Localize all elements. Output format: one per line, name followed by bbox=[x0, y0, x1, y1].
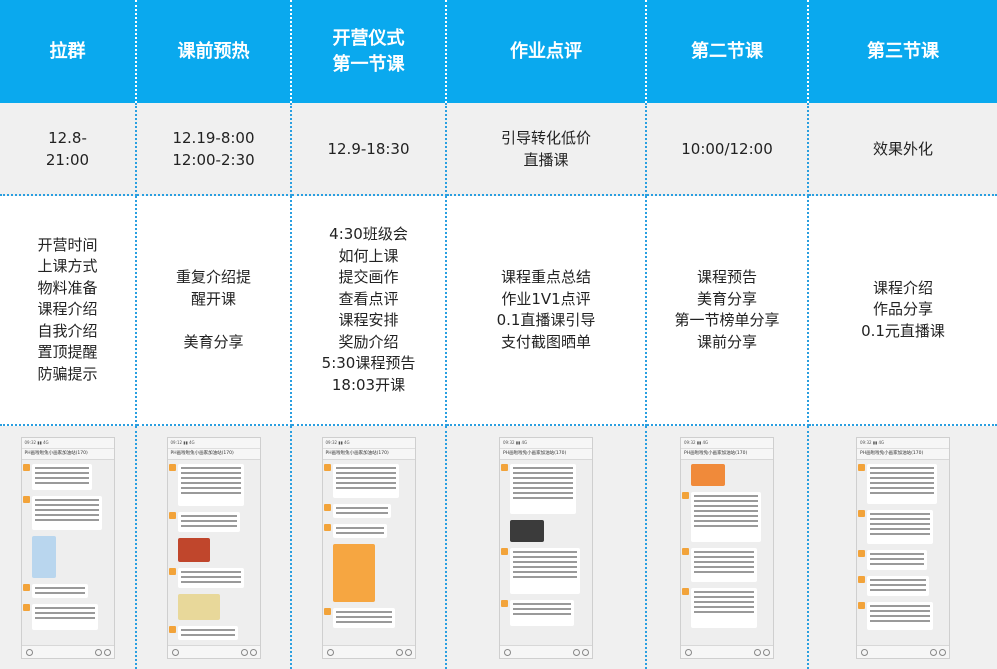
chat-group-title: PH画啦啦兔小画家加油站(170) bbox=[500, 448, 592, 460]
time-cell-4: 引导转化低价 直播课 bbox=[447, 103, 647, 196]
chat-group-title: PH画啦啦兔小画家加油站(170) bbox=[681, 448, 773, 460]
chat-image bbox=[510, 519, 544, 542]
chat-group-title: PH画啦啦兔小画家加油站(170) bbox=[167, 448, 260, 460]
chat-screenshot: 09:12 ▮▮ 4G PH画啦啦兔小画家加油站(170) bbox=[166, 436, 261, 659]
schedule-table: 拉群 课前预热 开营仪式 第一节课 作业点评 第二节课 第三节课 12.8- 2… bbox=[0, 0, 997, 669]
chat-group-title: PH画啦啦兔小画家加油站(170) bbox=[857, 448, 949, 460]
chat-group-title: PH画啦啦兔小画家加油站(170) bbox=[21, 448, 114, 460]
phone-status-bar: 09:32 ▮▮ 4G bbox=[857, 437, 949, 449]
chat-screenshot: 09:32 ▮▮ 4G PH画啦啦兔小画家加油站(170) bbox=[499, 436, 593, 659]
chat-screenshot: 09:32 ▮▮ 4G PH画啦啦兔小画家加油站(170) bbox=[856, 436, 950, 659]
chat-screenshot: 09:32 ▮▮ 4G PH画啦啦兔小画家加油站(170) bbox=[680, 436, 774, 659]
time-cell-5: 10:00/12:00 bbox=[647, 103, 809, 196]
screenshot-cell-2: 09:12 ▮▮ 4G PH画啦啦兔小画家加油站(170) bbox=[137, 426, 292, 669]
phone-status-bar: 09:12 ▮▮ 4G bbox=[167, 437, 260, 449]
content-cell-3: 4:30班级会 如何上课 提交画作 查看点评 课程安排 奖励介绍 5:30课程预… bbox=[292, 196, 447, 426]
chat-group-title: PH画啦啦兔小画家加油站(170) bbox=[322, 448, 415, 460]
content-cell-2: 重复介绍提 醒开课 美育分享 bbox=[137, 196, 292, 426]
phone-status-bar: 09:32 ▮▮ 4G bbox=[681, 437, 773, 449]
phone-status-bar: 09:32 ▮▮ 4G bbox=[500, 437, 592, 449]
header-cell-1: 拉群 bbox=[0, 0, 137, 103]
time-cell-2: 12.19-8:00 12:00-2:30 bbox=[137, 103, 292, 196]
header-cell-4: 作业点评 bbox=[447, 0, 647, 103]
chat-image bbox=[31, 535, 56, 578]
screenshot-cell-6: 09:32 ▮▮ 4G PH画啦啦兔小画家加油站(170) bbox=[809, 426, 997, 669]
header-cell-6: 第三节课 bbox=[809, 0, 997, 103]
header-cell-3: 开营仪式 第一节课 bbox=[292, 0, 447, 103]
screenshot-cell-3: 09:32 ▮▮ 4G PH画啦啦兔小画家加油站(170) bbox=[292, 426, 447, 669]
time-cell-6: 效果外化 bbox=[809, 103, 997, 196]
screenshot-cell-4: 09:32 ▮▮ 4G PH画啦啦兔小画家加油站(170) bbox=[447, 426, 647, 669]
chat-screenshot: 09:32 ▮▮ 4G PH画啦啦兔小画家加油站(170) bbox=[20, 436, 115, 659]
chat-screenshot: 09:32 ▮▮ 4G PH画啦啦兔小画家加油站(170) bbox=[321, 436, 416, 659]
content-cell-5: 课程预告 美育分享 第一节榜单分享 课前分享 bbox=[647, 196, 809, 426]
phone-status-bar: 09:32 ▮▮ 4G bbox=[322, 437, 415, 449]
chat-image bbox=[177, 537, 210, 562]
content-cell-4: 课程重点总结 作业1V1点评 0.1直播课引导 支付截图晒单 bbox=[447, 196, 647, 426]
chat-image bbox=[332, 543, 375, 602]
header-cell-2: 课前预热 bbox=[137, 0, 292, 103]
screenshot-cell-5: 09:32 ▮▮ 4G PH画啦啦兔小画家加油站(170) bbox=[647, 426, 809, 669]
time-cell-1: 12.8- 21:00 bbox=[0, 103, 137, 196]
content-cell-6: 课程介绍 作品分享 0.1元直播课 bbox=[809, 196, 997, 426]
chat-image bbox=[177, 593, 220, 620]
screenshot-cell-1: 09:32 ▮▮ 4G PH画啦啦兔小画家加油站(170) bbox=[0, 426, 137, 669]
time-cell-3: 12.9-18:30 bbox=[292, 103, 447, 196]
header-cell-5: 第二节课 bbox=[647, 0, 809, 103]
content-cell-1: 开营时间 上课方式 物料准备 课程介绍 自我介绍 置顶提醒 防骗提示 bbox=[0, 196, 137, 426]
chat-image bbox=[691, 463, 725, 486]
phone-status-bar: 09:32 ▮▮ 4G bbox=[21, 437, 114, 449]
